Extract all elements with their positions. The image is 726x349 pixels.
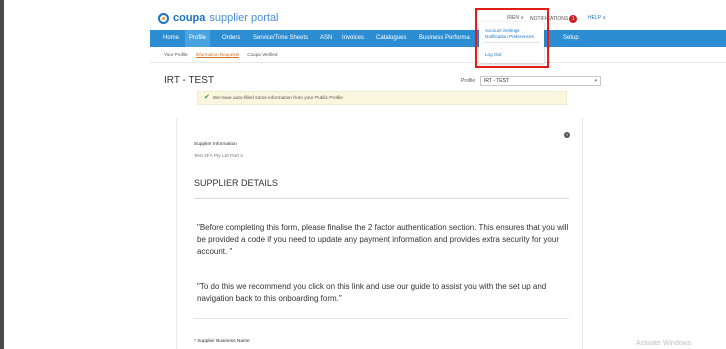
- coupa-logo[interactable]: coupa supplier portal: [158, 12, 279, 24]
- nav-catalogues[interactable]: Catalogues: [376, 30, 406, 47]
- subnav-coupa-verified[interactable]: Coupa Verified: [247, 52, 277, 58]
- nav-service-time-sheets[interactable]: Service/Time Sheets: [253, 30, 308, 47]
- help-link[interactable]: HELP ∨: [588, 15, 606, 21]
- nav-invoices[interactable]: Invoices: [342, 30, 364, 47]
- nav-home[interactable]: Home: [163, 30, 179, 47]
- nav-profile[interactable]: Profile: [185, 30, 211, 47]
- nav-asn[interactable]: ASN: [320, 30, 332, 47]
- autofill-notice-text: We have auto-filled some information fro…: [212, 96, 343, 101]
- form-card-right-border: [582, 118, 583, 349]
- main-nav: Home Profile Orders Service/Time Sheets …: [150, 30, 726, 47]
- profile-select[interactable]: IRT - TEST ▾: [480, 76, 601, 86]
- annotation-highlight-box: [475, 8, 549, 68]
- nav-setup[interactable]: Setup: [563, 30, 579, 47]
- checkmark-icon: ✔: [204, 94, 210, 101]
- window-edge: [0, 0, 4, 349]
- supplier-info-label: Supplier Information: [194, 142, 237, 147]
- screenshot-frame: coupa supplier portal IREN ∨ NOTIFICATIO…: [0, 0, 726, 349]
- coupa-logo-icon: [158, 12, 169, 24]
- two-factor-paragraph: "Before completing this form, please fin…: [197, 223, 569, 256]
- profile-select-label: Profile: [461, 78, 476, 84]
- sub-nav: Your Profile Information Requests Coupa …: [164, 52, 277, 58]
- activate-windows-watermark: Activate Windows: [636, 340, 692, 347]
- notifications-badge: 1: [569, 15, 578, 23]
- supplier-business-name-label: * Supplier Business Name: [194, 339, 250, 344]
- section-rule: [194, 198, 569, 199]
- supplier-details-heading: SUPPLIER DETAILS: [194, 178, 278, 188]
- profile-select-value: IRT - TEST: [484, 78, 510, 84]
- nav-business-performance[interactable]: Business Performa: [419, 30, 470, 47]
- autofill-notice: ✔ We have auto-filled some information fr…: [197, 91, 567, 105]
- page-title: IRT - TEST: [164, 75, 215, 86]
- nav-orders[interactable]: Orders: [222, 30, 240, 47]
- logo-brand-text: coupa: [173, 12, 206, 24]
- subnav-information-requests[interactable]: Information Requests: [195, 52, 240, 58]
- form-divider: [194, 318, 569, 319]
- form-card-left-border: [176, 118, 177, 349]
- info-icon[interactable]: i: [564, 132, 570, 138]
- chevron-down-icon: ▾: [594, 78, 597, 84]
- logo-sub-text: supplier portal: [209, 12, 279, 24]
- subnav-divider: [150, 62, 726, 63]
- subnav-your-profile[interactable]: Your Profile: [164, 52, 188, 58]
- guide-paragraph: "To do this we recommend you click on th…: [197, 282, 547, 303]
- supplier-info-value: Test 2FA Pty Ltd Part 3: [194, 154, 243, 159]
